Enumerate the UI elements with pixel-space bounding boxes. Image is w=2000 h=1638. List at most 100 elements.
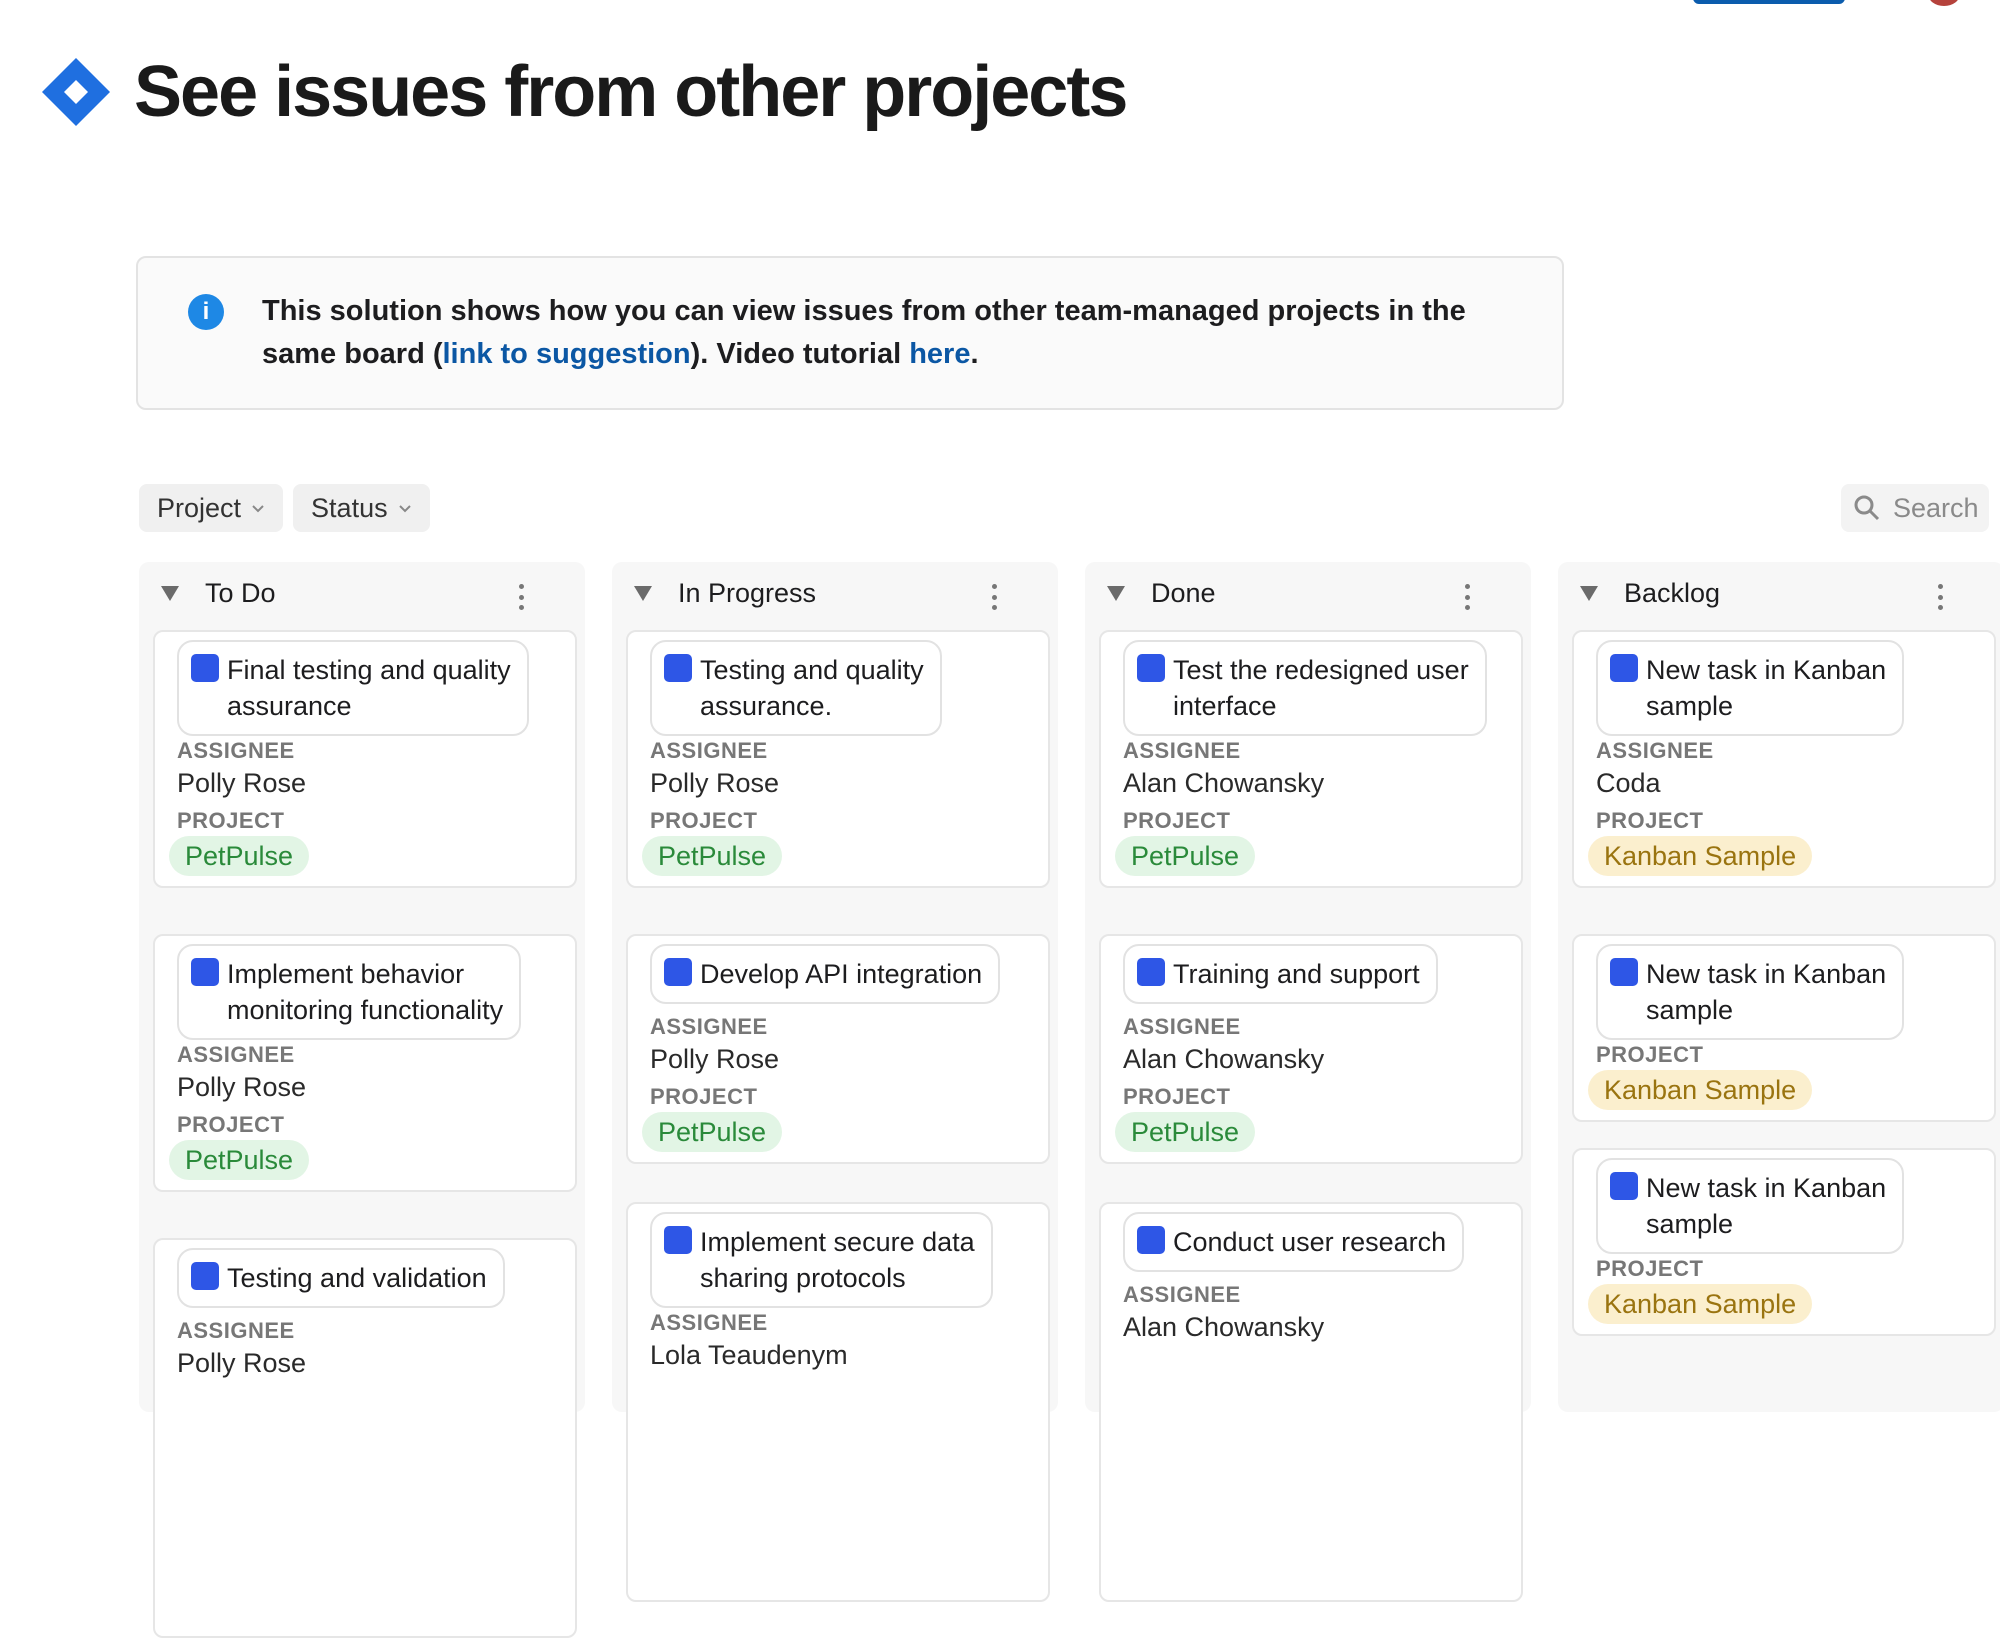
project-tag: PetPulse [642, 1112, 783, 1152]
task-icon [1137, 958, 1165, 986]
issue-card[interactable]: New task in Kanban sample ASSIGNEE Coda PROJ… [1572, 630, 1996, 888]
issue-title-pill[interactable]: Develop API integration [650, 944, 1001, 1004]
issue-title-pill[interactable]: Conduct user research [1123, 1212, 1465, 1272]
chevron-down-icon [398, 505, 411, 513]
project-filter-button[interactable]: Project [139, 484, 284, 532]
issue-title-line: interface [1173, 691, 1277, 721]
task-icon [191, 1262, 219, 1290]
assignee-value: Alan Chowansky [1123, 1312, 1325, 1342]
issue-title-line: Training and support [1173, 959, 1420, 989]
issue-title-line: Final testing and quality [227, 655, 511, 685]
issue-title-pill[interactable]: Training and support [1123, 944, 1438, 1004]
more-options-icon[interactable] [515, 584, 527, 610]
issue-title-pill[interactable]: Test the redesigned user interface [1123, 640, 1487, 736]
suggestion-link[interactable]: link to suggestion [443, 338, 691, 370]
video-tutorial-link[interactable]: here [909, 338, 970, 370]
issue-card[interactable]: New task in Kanban sample PROJECT Kanban Sa… [1572, 934, 1996, 1122]
column-backlog: Backlog New task in Kanban sample ASSIGNEE C… [1558, 562, 2000, 1412]
collapse-triangle-icon[interactable] [634, 586, 652, 601]
task-icon [1610, 958, 1638, 986]
issue-card[interactable]: Conduct user research ASSIGNEE Alan Chowan… [1099, 1202, 1523, 1602]
assignee-value: Polly Rose [177, 768, 307, 798]
issue-title-line: Implement behavior [227, 959, 465, 989]
column-header: Backlog [1558, 562, 2000, 630]
assignee-value: Alan Chowansky [1123, 1044, 1325, 1074]
assignee-value: Coda [1596, 768, 1661, 798]
issue-card[interactable]: Implement behavior monitoring functionali… [153, 934, 577, 1192]
project-tag: Kanban Sample [1588, 1284, 1813, 1324]
issue-card[interactable]: Test the redesigned user interface ASSIGNE… [1099, 630, 1523, 888]
top-action-button[interactable] [1693, 0, 1845, 4]
info-icon: i [188, 294, 224, 330]
issue-card[interactable]: Develop API integration ASSIGNEE Polly Ros… [626, 934, 1050, 1164]
user-avatar[interactable] [1928, 0, 1960, 6]
issue-card[interactable]: Implement secure data sharing protocols AS… [626, 1202, 1050, 1602]
filter-bar: Project Status [139, 484, 430, 532]
task-icon [191, 958, 219, 986]
issue-title-line: Testing and quality [700, 655, 924, 685]
assignee-value: Polly Rose [650, 1044, 780, 1074]
page-title: See issues from other projects [134, 52, 1128, 132]
task-icon [1610, 1172, 1638, 1200]
issue-title-line: Test the redesigned user [1173, 655, 1469, 685]
issue-title-pill[interactable]: Testing and quality assurance. [650, 640, 942, 736]
issue-card[interactable]: Training and support ASSIGNEE Alan Chowans… [1099, 934, 1523, 1164]
assignee-label: ASSIGNEE [1123, 1014, 1241, 1039]
issue-title-line: monitoring functionality [227, 995, 504, 1025]
page-header: See issues from other projects [40, 50, 1128, 134]
issue-title-line: Implement secure data [700, 1227, 975, 1257]
column-done: Done Test the redesigned user interface ASS… [1085, 562, 1531, 1602]
issue-title-line: assurance [227, 691, 352, 721]
more-options-icon[interactable] [988, 584, 1000, 610]
callout-text-part3: . [970, 338, 979, 370]
issue-title-pill[interactable]: Implement behavior monitoring functionali… [177, 944, 522, 1040]
project-label: PROJECT [1596, 1256, 1704, 1281]
project-tag: PetPulse [169, 836, 310, 876]
column-title: Backlog [1624, 578, 1721, 608]
issue-title-line: sample [1646, 1209, 1734, 1239]
column-title: In Progress [678, 578, 817, 608]
jira-logo-icon [42, 58, 110, 126]
collapse-triangle-icon[interactable] [161, 586, 179, 601]
collapse-triangle-icon[interactable] [1107, 586, 1125, 601]
column-in-progress: In Progress Testing and quality assurance.… [612, 562, 1058, 1602]
issue-title-pill[interactable]: Implement secure data sharing protocols [650, 1212, 993, 1308]
assignee-label: ASSIGNEE [177, 738, 295, 763]
issue-title-line: sample [1646, 691, 1734, 721]
issue-card[interactable]: Final testing and quality assurance ASSIGN… [153, 630, 577, 888]
status-filter-button[interactable]: Status [293, 484, 430, 532]
assignee-label: ASSIGNEE [1123, 1282, 1241, 1307]
assignee-value: Polly Rose [177, 1072, 307, 1102]
project-filter-label: Project [157, 492, 242, 523]
search-label: Search [1893, 492, 1979, 523]
task-icon [664, 958, 692, 986]
issue-title-line: Develop API integration [700, 959, 983, 989]
issue-card[interactable]: Testing and validation ASSIGNEE Polly Rose [153, 1238, 577, 1638]
issue-title-pill[interactable]: Final testing and quality assurance [177, 640, 529, 736]
issue-title-line: New task in Kanban [1646, 959, 1887, 989]
search-button[interactable]: Search [1841, 484, 1989, 532]
more-options-icon[interactable] [1461, 584, 1473, 610]
issue-title-pill[interactable]: New task in Kanban sample [1596, 944, 1905, 1040]
assignee-label: ASSIGNEE [177, 1042, 295, 1067]
assignee-label: ASSIGNEE [650, 738, 768, 763]
issue-card[interactable]: New task in Kanban sample PROJECT Kanban Sa… [1572, 1148, 1996, 1336]
issue-title-pill[interactable]: New task in Kanban sample [1596, 1158, 1905, 1254]
project-tag: PetPulse [1115, 1112, 1256, 1152]
column-title: To Do [205, 578, 276, 608]
column-title: Done [1151, 578, 1216, 608]
status-filter-label: Status [311, 492, 388, 523]
task-icon [664, 1226, 692, 1254]
project-tag: PetPulse [169, 1140, 310, 1180]
issue-title-line: Testing and validation [227, 1263, 487, 1293]
column-header: To Do [139, 562, 585, 630]
collapse-triangle-icon[interactable] [1580, 586, 1598, 601]
issue-title-pill[interactable]: Testing and validation [177, 1248, 505, 1308]
assignee-value: Lola Teaudenym [650, 1340, 848, 1370]
issue-card[interactable]: Testing and quality assurance. ASSIGNEE Pol… [626, 630, 1050, 888]
more-options-icon[interactable] [1934, 584, 1946, 610]
issue-title-pill[interactable]: New task in Kanban sample [1596, 640, 1905, 736]
issue-title-line: New task in Kanban [1646, 655, 1887, 685]
search-icon [1854, 495, 1880, 521]
callout-text-part2: ). Video tutorial [690, 338, 910, 370]
